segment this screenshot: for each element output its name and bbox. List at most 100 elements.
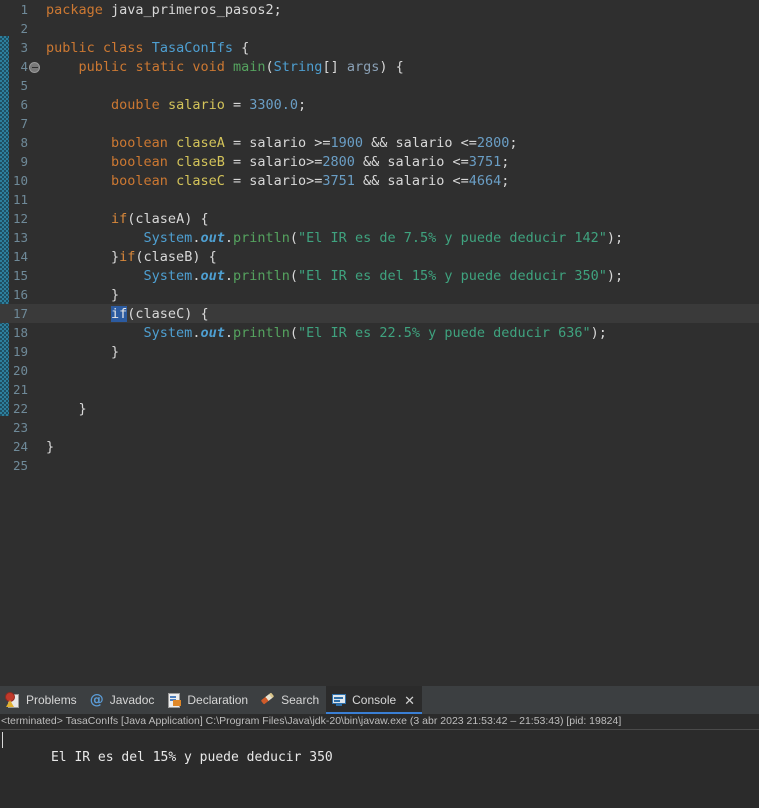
code-line-6[interactable]: 6 double salario = 3300.0; — [0, 95, 759, 114]
line-number: 24 — [12, 439, 28, 454]
code-line-10[interactable]: 10 boolean claseC = salario>=3751 && sal… — [0, 171, 759, 190]
code-token: if — [111, 306, 128, 322]
tab-problems[interactable]: Problems — [0, 686, 84, 714]
code-token: salario — [167, 97, 225, 113]
code-line-8[interactable]: 8 boolean claseA = salario >=1900 && sal… — [0, 133, 759, 152]
tab-console[interactable]: Console ✕ — [326, 686, 423, 714]
code-line-5[interactable]: 5 — [0, 76, 759, 95]
code-token: = salario>= — [224, 173, 323, 189]
line-number: 4 — [20, 59, 28, 74]
line-number: 21 — [12, 382, 28, 397]
code-line-18[interactable]: 18 System.out.println("El IR es 22.5% y … — [0, 323, 759, 342]
bottom-view-panel: Problems @ Javadoc Declaration Search Console… — [0, 686, 759, 808]
code-line-22[interactable]: 22 } — [0, 399, 759, 418]
code-line-9[interactable]: 9 boolean claseB = salario>=2800 && sala… — [0, 152, 759, 171]
code-token: ( — [289, 268, 299, 284]
tab-search[interactable]: Search — [255, 686, 326, 714]
code-line-14[interactable]: 14 }if(claseB) { — [0, 247, 759, 266]
line-number: 2 — [20, 21, 28, 36]
code-token: 4664 — [468, 173, 502, 189]
console-view[interactable]: <terminated> TasaConIfs [Java Applicatio… — [0, 714, 759, 808]
code-token: = salario >= — [224, 135, 331, 151]
tab-label: Declaration — [187, 693, 249, 707]
code-line-12[interactable]: 12 if(claseA) { — [0, 209, 759, 228]
code-text-area[interactable]: 1 package java_primeros_pasos2; 2 3 public c… — [0, 0, 759, 660]
line-number: 17 — [12, 306, 28, 321]
tab-label: Console — [352, 693, 397, 707]
code-line-3[interactable]: 3 public class TasaConIfs { — [0, 38, 759, 57]
code-token: = — [224, 97, 250, 113]
code-token: "El IR es del 15% y puede deducir 350" — [298, 268, 607, 284]
code-token: "El IR es 22.5% y puede deducir 636" — [298, 325, 591, 341]
code-line-17[interactable]: 17 if(claseC) { — [0, 304, 759, 323]
code-editor[interactable]: 1 package java_primeros_pasos2; 2 3 public c… — [0, 0, 759, 660]
line-number: 19 — [12, 344, 28, 359]
line-number: 5 — [20, 78, 28, 93]
code-token: ; — [298, 97, 307, 113]
code-token: } — [46, 439, 55, 455]
code-line-24[interactable]: 24} — [0, 437, 759, 456]
declaration-icon — [166, 692, 182, 708]
code-token: claseA — [176, 135, 225, 151]
code-token: 3300.0 — [249, 97, 299, 113]
code-token: println — [233, 230, 290, 246]
code-line-25[interactable]: 25 — [0, 456, 759, 475]
line-number: 20 — [12, 363, 28, 378]
code-token: (claseB) { — [135, 249, 217, 265]
console-caret — [2, 732, 3, 748]
code-token: System — [143, 325, 193, 341]
code-token: class — [102, 40, 144, 56]
code-token: void — [192, 59, 225, 75]
code-token: static — [135, 59, 185, 75]
console-output[interactable]: El IR es del 15% y puede deducir 350 — [0, 730, 759, 783]
code-fold-collapse-icon[interactable] — [29, 62, 40, 73]
code-token: . — [224, 230, 233, 246]
line-number: 25 — [12, 458, 28, 473]
code-line-4[interactable]: 4 public static void main(String[] args)… — [0, 57, 759, 76]
code-token: out — [200, 230, 225, 246]
code-token: . — [224, 325, 233, 341]
code-token: ; — [501, 154, 510, 170]
code-line-11[interactable]: 11 — [0, 190, 759, 209]
code-token: ( — [289, 230, 299, 246]
code-token: && salario <= — [354, 154, 469, 170]
code-token: println — [233, 268, 290, 284]
code-token: boolean — [111, 154, 168, 170]
code-line-7[interactable]: 7 — [0, 114, 759, 133]
console-monitor-icon — [331, 692, 347, 708]
code-line-15[interactable]: 15 System.out.println("El IR es del 15% … — [0, 266, 759, 285]
code-token: if — [111, 211, 128, 227]
problems-icon — [5, 692, 21, 708]
close-icon[interactable]: ✕ — [404, 694, 415, 707]
code-line-21[interactable]: 21 — [0, 380, 759, 399]
code-token: } — [46, 401, 87, 417]
code-line-13[interactable]: 13 System.out.println("El IR es de 7.5% … — [0, 228, 759, 247]
code-token: boolean — [111, 173, 168, 189]
line-number: 15 — [12, 268, 28, 283]
code-line-20[interactable]: 20 — [0, 361, 759, 380]
code-line-23[interactable]: 23 — [0, 418, 759, 437]
code-token: 3751 — [468, 154, 502, 170]
code-token: 1900 — [330, 135, 364, 151]
tab-label: Search — [281, 693, 320, 707]
panel-tab-bar[interactable]: Problems @ Javadoc Declaration Search Console… — [0, 686, 759, 715]
line-number: 12 — [12, 211, 28, 226]
code-line-16[interactable]: 16 } — [0, 285, 759, 304]
code-token: System — [143, 230, 193, 246]
code-line-19[interactable]: 19 } — [0, 342, 759, 361]
code-line-2[interactable]: 2 — [0, 19, 759, 38]
tab-javadoc[interactable]: @ Javadoc — [84, 686, 162, 714]
code-token: (claseC) { — [127, 306, 209, 322]
search-pencil-icon — [260, 692, 276, 708]
code-line-1[interactable]: 1 package java_primeros_pasos2; — [0, 0, 759, 19]
code-token: main — [233, 59, 266, 75]
tab-declaration[interactable]: Declaration — [161, 686, 255, 714]
code-token: out — [200, 268, 225, 284]
code-token: public — [46, 40, 95, 56]
